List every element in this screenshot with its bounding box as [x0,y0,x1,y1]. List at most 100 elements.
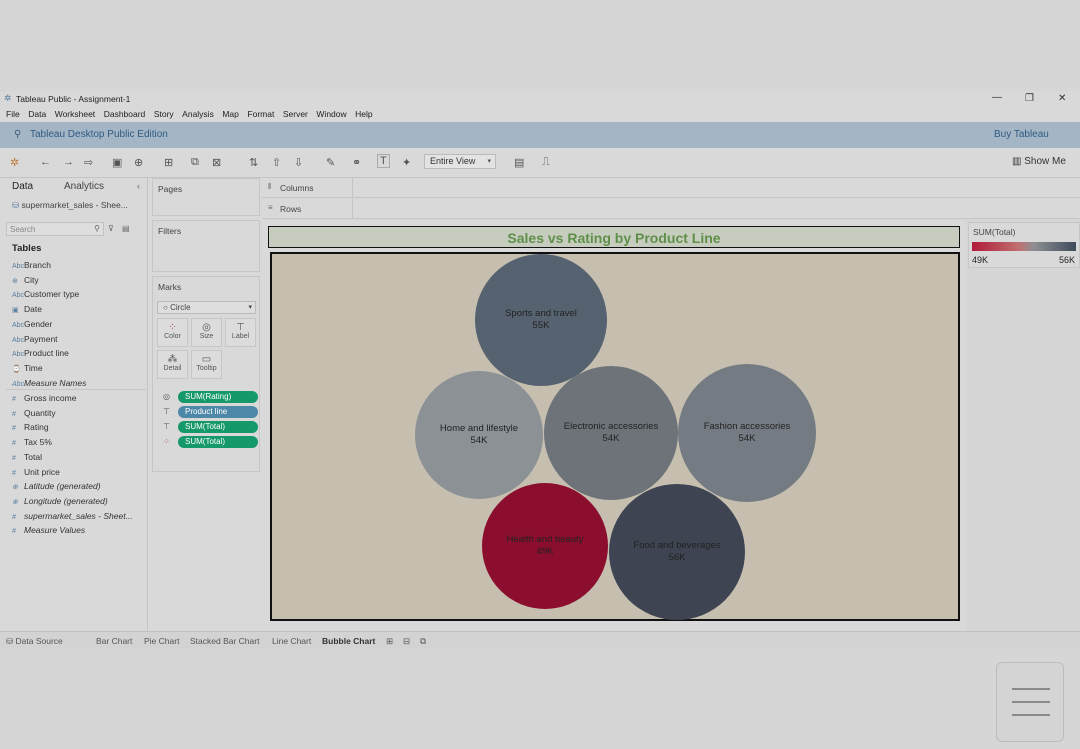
field-item[interactable]: AbcMeasure Names [12,378,86,388]
menu-help[interactable]: Help [355,107,372,122]
undo-icon[interactable]: ← [40,156,51,168]
menu-dashboard[interactable]: Dashboard [104,107,146,122]
tab-stacked-bar-chart[interactable]: Stacked Bar Chart [190,636,259,646]
field-item[interactable]: AbcBranch [12,260,51,270]
shelf-divider [352,178,353,198]
collapse-icon[interactable]: ‹ [137,181,140,191]
menu-format[interactable]: Format [247,107,274,122]
clear-sheet-icon[interactable]: ⊠ [212,156,221,169]
datasource-item[interactable]: ⛁ supermarket_sales - Shee... [12,200,128,211]
menu-file[interactable]: File [6,107,20,122]
columns-shelf[interactable]: ⦀ Columns [262,178,1080,198]
field-type-icon: ⊕ [12,484,18,492]
field-item[interactable]: AbcCustomer type [12,289,79,299]
field-item[interactable]: ⌚ Time [12,363,43,373]
tab-pie-chart[interactable]: Pie Chart [144,636,179,646]
pill-product-line[interactable]: Product line [178,406,258,418]
tab-analytics[interactable]: Analytics [64,181,104,192]
new-story-icon[interactable]: ⧉ [420,636,426,647]
buy-tableau-link[interactable]: Buy Tableau [994,129,1049,140]
cards-icon[interactable]: ▤ [514,156,524,169]
tab-data[interactable]: Data [12,181,33,192]
close-button[interactable]: ✕ [1058,93,1066,104]
replay-icon[interactable]: ⇨ [84,156,93,169]
field-item[interactable]: # Measure Values [12,525,85,535]
color-button[interactable]: ⁘ Color [157,318,188,347]
color-legend[interactable]: SUM(Total) 49K 56K [968,222,1080,268]
presentation-icon[interactable]: ⎍ [542,156,550,169]
restore-button[interactable]: ❐ [1025,93,1034,104]
filter-icon[interactable]: ⊽ [108,224,114,233]
field-item[interactable]: ▣ Date [12,304,42,314]
minimize-button[interactable]: — [992,92,1002,103]
swap-icon[interactable]: ⇅ [249,156,258,169]
pin-icon[interactable]: ✦ [402,156,411,169]
fit-select[interactable]: Entire View ▾ [424,154,496,169]
pill-total[interactable]: SUM(Total) [178,436,258,448]
field-item[interactable]: ⊕ City [12,275,39,285]
menu-map[interactable]: Map [222,107,239,122]
tab-bubble-chart[interactable]: Bubble Chart [322,636,375,646]
bubble-label: Sports and travel 55K [461,308,621,332]
show-labels-icon[interactable]: T [377,154,390,168]
chart-title-box[interactable]: Sales vs Rating by Product Line [268,226,960,248]
menu-analysis[interactable]: Analysis [182,107,214,122]
field-item[interactable]: AbcPayment [12,334,58,344]
label-button[interactable]: ⊤ Label [225,318,256,347]
bubble-name: Fashion accessories [703,421,791,432]
field-type-icon: ⊕ [12,498,18,506]
tab-data-source[interactable]: ⛁ Data Source [6,636,63,647]
rows-shelf[interactable]: ≡ Rows [262,199,1080,219]
new-worksheet-icon[interactable]: ⊞ [386,636,393,647]
field-item[interactable]: # Rating [12,422,49,432]
field-item[interactable]: ⊕ Latitude (generated) [12,481,101,491]
field-label: Measure Names [24,377,87,388]
tab-line-chart[interactable]: Line Chart [272,636,311,646]
field-item[interactable]: # Unit price [12,467,60,477]
pill-rating[interactable]: SUM(Rating) [178,391,258,403]
sort-descending-icon[interactable]: ⇩ [294,156,303,169]
filters-card[interactable]: Filters [152,220,260,272]
menu-server[interactable]: Server [283,107,308,122]
redo-icon[interactable]: → [63,156,74,168]
menu-line [1012,688,1050,690]
tooltip-icon: ▭ [201,354,212,365]
hamburger-menu-button[interactable] [996,662,1064,742]
tooltip-button[interactable]: ▭ Tooltip [191,350,222,379]
group-icon[interactable]: ⚭ [352,156,361,169]
field-label: Latitude (generated) [24,481,101,492]
tab-bar-chart[interactable]: Bar Chart [96,636,132,646]
save-icon[interactable]: ▣ [112,156,122,169]
new-worksheet-icon[interactable]: ⊞ [164,156,173,169]
mark-type-select[interactable]: ○ Circle ▾ [157,301,256,314]
field-type-icon: Abc [12,263,25,270]
new-datasource-icon[interactable]: ⊕ [134,156,143,169]
menu-window[interactable]: Window [316,107,346,122]
field-item[interactable]: AbcProduct line [12,348,69,358]
size-button[interactable]: ◎ Size [191,318,222,347]
pill-total[interactable]: SUM(Total) [178,421,258,433]
field-item[interactable]: # Total [12,452,42,462]
view-options-icon[interactable]: ▤ [122,224,130,233]
field-item[interactable]: AbcGender [12,319,52,329]
menu-story[interactable]: Story [154,107,174,122]
duplicate-icon[interactable]: ⧉ [191,156,199,169]
field-item[interactable]: # Gross income [12,393,76,403]
menu-worksheet[interactable]: Worksheet [55,107,95,122]
show-me-button[interactable]: ▥ Show Me [1012,156,1066,167]
menu-data[interactable]: Data [28,107,46,122]
field-item[interactable]: ⊕ Longitude (generated) [12,496,108,506]
field-item[interactable]: # Quantity [12,408,56,418]
new-dashboard-icon[interactable]: ⊟ [403,636,410,647]
field-item[interactable]: # Tax 5% [12,437,52,447]
pages-card[interactable]: Pages [152,178,260,216]
tableau-home-icon[interactable]: ✲ [10,156,19,169]
field-item[interactable]: # supermarket_sales - Sheet... [12,511,133,521]
search-input[interactable]: Search ⚲ [6,222,104,236]
bubble-name: Sports and travel [505,308,577,319]
detail-button[interactable]: ⁂ Detail [157,350,188,379]
field-type-icon: # [12,513,16,521]
highlight-icon[interactable]: ✎ [326,156,335,169]
sort-ascending-icon[interactable]: ⇧ [272,156,281,169]
color-label: Color [164,333,181,340]
